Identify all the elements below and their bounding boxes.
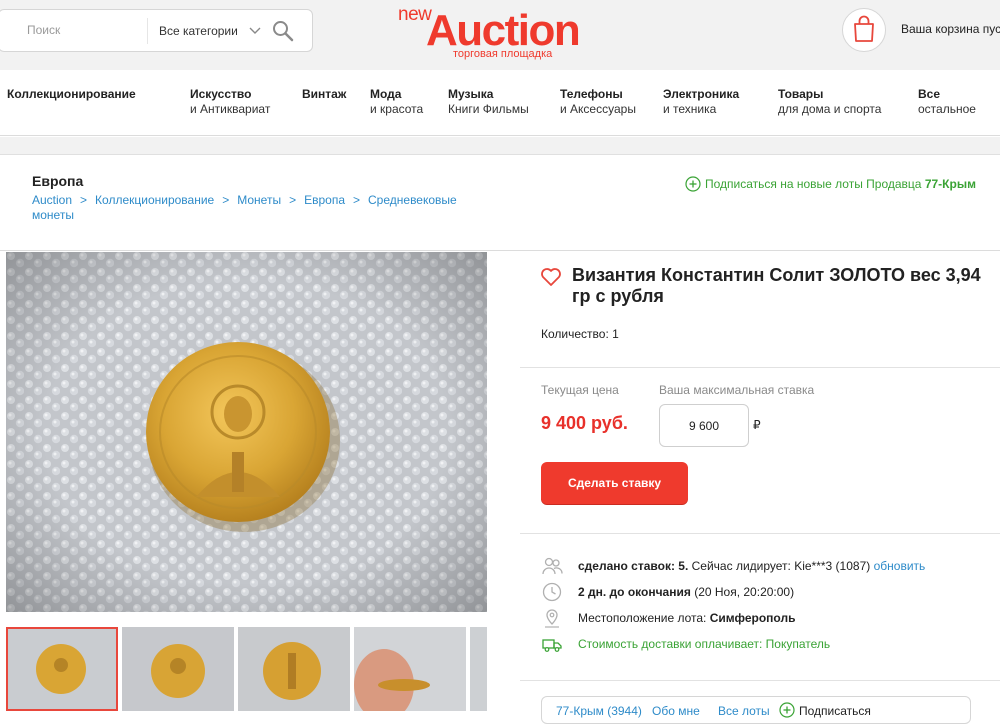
breadcrumb-link[interactable]: Монеты xyxy=(237,193,281,207)
nav-item-electronics[interactable]: Электроника и техника xyxy=(663,87,739,117)
cart-label[interactable]: Ваша корзина пуст xyxy=(901,22,1000,36)
location-label: Местоположение лота: xyxy=(578,611,707,625)
category-nav: Коллекционирование Искусство и Антиквари… xyxy=(0,70,1000,136)
nav-sublabel: и Аксессуары xyxy=(560,102,636,116)
page-title: Европа xyxy=(32,173,84,189)
divider xyxy=(520,367,1000,368)
seller-name: 77-Крым xyxy=(924,177,976,191)
nav-label: Телефоны xyxy=(560,87,623,101)
search-input[interactable] xyxy=(27,23,137,37)
current-price: 9 400 руб. xyxy=(541,413,628,433)
lot-title: Византия Константин Солит ЗОЛОТО вес 3,9… xyxy=(572,265,981,306)
shopping-bag-icon xyxy=(854,15,874,42)
all-lots-link[interactable]: Все лоты xyxy=(718,704,770,718)
thumbnail-4[interactable] xyxy=(354,627,466,711)
breadcrumb-separator: > xyxy=(80,193,88,207)
currency-symbol: ₽ xyxy=(753,418,761,432)
nav-label: Коллекционирование xyxy=(7,87,136,101)
nav-label: Электроника xyxy=(663,87,740,101)
shipping-text: Стоимость доставки оплачивает: Покупател… xyxy=(578,637,831,651)
place-bid-button[interactable]: Сделать ставку xyxy=(541,462,688,504)
cart-button[interactable] xyxy=(842,8,886,52)
clock-icon xyxy=(542,582,562,602)
nav-item-phones[interactable]: Телефоны и Аксессуары xyxy=(560,87,636,117)
nav-item-music[interactable]: Музыка Книги Фильмы xyxy=(448,87,529,117)
search-bar: Все категории xyxy=(0,9,313,52)
nav-label: Музыка xyxy=(448,87,494,101)
breadcrumb-link[interactable]: Европа xyxy=(304,193,345,207)
refresh-link[interactable]: обновить xyxy=(874,559,926,573)
top-header: Все категории new Auction торговая площа… xyxy=(0,0,1000,70)
plus-circle-icon xyxy=(685,176,701,192)
nav-sublabel: и Антиквариат xyxy=(190,102,271,116)
site-logo[interactable]: new Auction торговая площадка xyxy=(398,4,608,64)
coin-thumbnail-image xyxy=(238,627,350,711)
leader-text: Сейчас лидирует: Kie***3 (1087) xyxy=(691,559,871,573)
thumbnail-5[interactable] xyxy=(470,627,487,711)
breadcrumb-separator: > xyxy=(353,193,361,207)
category-select[interactable]: Все категории xyxy=(159,24,238,38)
coin-thumbnail-image xyxy=(122,627,234,711)
max-bid-input[interactable] xyxy=(659,404,749,447)
location-pin-icon xyxy=(545,609,559,628)
users-icon xyxy=(542,557,563,575)
coin-thumbnail-image xyxy=(354,627,466,711)
nav-label: Винтаж xyxy=(302,87,347,101)
divider xyxy=(520,533,1000,534)
divider xyxy=(0,250,1000,251)
lot-quantity: Количество: 1 xyxy=(541,327,619,341)
location-value: Симферополь xyxy=(709,611,796,625)
divider xyxy=(520,680,1000,681)
main-lot-photo[interactable] xyxy=(6,252,487,612)
nav-item-collecting[interactable]: Коллекционирование xyxy=(7,87,136,102)
seller-subscribe-button[interactable]: Подписаться xyxy=(779,702,871,718)
divider-strip xyxy=(0,137,1000,155)
nav-sublabel: для дома и спорта xyxy=(778,102,882,116)
about-seller-link[interactable]: Обо мне xyxy=(652,704,700,718)
breadcrumb-separator: > xyxy=(289,193,297,207)
plus-circle-icon xyxy=(779,702,795,718)
thumbnail-2[interactable] xyxy=(122,627,234,711)
time-left: 2 дн. до окончания xyxy=(578,585,691,599)
nav-label: Товары xyxy=(778,87,824,101)
subscribe-seller-link[interactable]: Подписаться на новые лоты Продавца 77-Кр… xyxy=(685,176,976,192)
nav-item-art[interactable]: Искусство и Антиквариат xyxy=(190,87,270,117)
nav-label: Все xyxy=(918,87,941,101)
nav-item-other[interactable]: Все остальное xyxy=(918,87,976,117)
current-price-label: Текущая цена xyxy=(541,383,619,397)
nav-sublabel: остальное xyxy=(918,102,976,116)
coin-thumbnail-image xyxy=(470,627,487,711)
heart-icon[interactable] xyxy=(540,267,562,287)
logo-tagline: торговая площадка xyxy=(453,48,553,60)
seller-link[interactable]: 77-Крым (3944) xyxy=(556,704,642,718)
search-divider xyxy=(147,18,148,44)
subscribe-label: Подписаться на новые лоты Продавца xyxy=(705,177,922,191)
truck-icon xyxy=(542,639,562,652)
nav-item-home[interactable]: Товары для дома и спорта xyxy=(778,87,881,117)
seller-bar: 77-Крым (3944) Обо мне Все лоты Подписат… xyxy=(541,696,971,724)
breadcrumb-link[interactable]: Коллекционирование xyxy=(95,193,214,207)
bids-count: сделано ставок: 5. xyxy=(578,559,689,573)
coin-photo-image xyxy=(6,252,487,612)
coin-thumbnail-image xyxy=(6,627,118,711)
breadcrumb-link[interactable]: Auction xyxy=(32,193,72,207)
thumbnail-1[interactable] xyxy=(6,627,118,711)
search-icon[interactable] xyxy=(271,19,295,43)
nav-sublabel: Книги Фильмы xyxy=(448,102,529,116)
nav-sublabel: и красота xyxy=(370,102,424,116)
nav-label: Мода xyxy=(370,87,402,101)
thumbnail-strip xyxy=(6,627,487,711)
breadcrumb-separator: > xyxy=(222,193,230,207)
nav-item-fashion[interactable]: Мода и красота xyxy=(370,87,423,117)
nav-label: Искусство xyxy=(190,87,252,101)
end-date: (20 Ноя, 20:20:00) xyxy=(694,585,795,599)
chevron-down-icon[interactable] xyxy=(248,23,262,37)
nav-sublabel: и техника xyxy=(663,102,717,116)
max-bid-label: Ваша максимальная ставка xyxy=(659,383,815,397)
breadcrumb: Auction > Коллекционирование > Монеты > Европа… xyxy=(32,193,472,223)
nav-item-vintage[interactable]: Винтаж xyxy=(302,87,346,102)
thumbnail-3[interactable] xyxy=(238,627,350,711)
seller-subscribe-label: Подписаться xyxy=(799,704,871,718)
